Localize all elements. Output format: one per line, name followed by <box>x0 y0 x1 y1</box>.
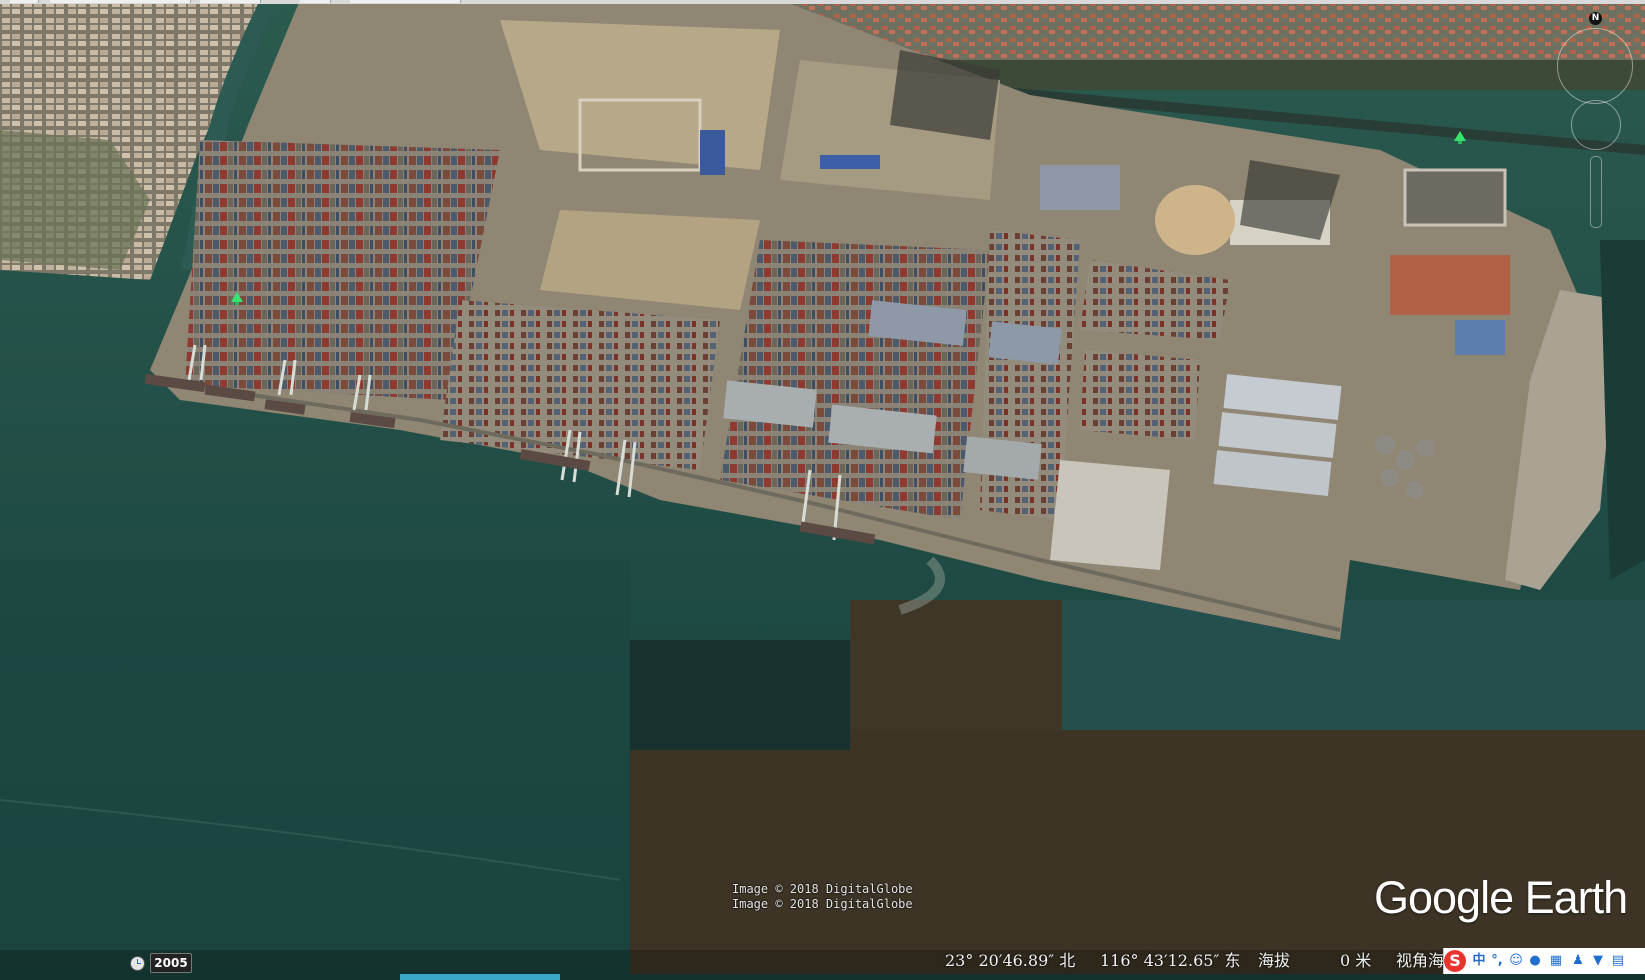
map-viewport[interactable]: N Image © 2018 DigitalGlobe Image © 2018… <box>0 0 1645 980</box>
toolbar-button[interactable] <box>200 0 261 3</box>
ime-punctuation[interactable]: °, <box>1489 952 1505 970</box>
microphone-icon[interactable]: ● <box>1528 952 1542 970</box>
green-placemark-icon[interactable] <box>1454 131 1466 144</box>
user-icon[interactable]: ♟ <box>1570 952 1586 970</box>
keyboard-icon[interactable]: ▦ <box>1546 952 1566 970</box>
construction-site <box>500 20 780 170</box>
move-joystick-icon[interactable] <box>1571 100 1621 150</box>
imagery-year[interactable]: 2005 <box>150 953 192 973</box>
green-placemark-icon[interactable] <box>231 292 243 305</box>
building <box>1403 168 1507 227</box>
blue-roof <box>820 155 880 169</box>
water-tile <box>1062 600 1645 730</box>
blue-roof <box>700 130 725 175</box>
ime-mode[interactable]: 中 <box>1471 952 1487 970</box>
imagery-credits: Image © 2018 DigitalGlobe Image © 2018 D… <box>732 882 913 912</box>
red-construction <box>1390 255 1510 315</box>
elevation-value: 0 米 <box>1340 951 1372 970</box>
container-yard <box>1080 350 1200 440</box>
clock-icon[interactable] <box>130 956 145 971</box>
container-yard <box>720 240 990 520</box>
water-tile <box>0 560 630 980</box>
warehouse <box>988 321 1062 365</box>
sogou-logo-icon[interactable]: S <box>1444 950 1466 972</box>
water-tile <box>630 730 1645 980</box>
loading-progress <box>400 974 560 980</box>
toolbar-button[interactable] <box>300 0 331 3</box>
warehouse <box>1040 165 1120 210</box>
eye-altitude-label: 视角海 <box>1396 951 1445 970</box>
credit-line: Image © 2018 DigitalGlobe <box>732 897 913 911</box>
zoom-slider-icon[interactable] <box>1590 156 1602 228</box>
sand-pile <box>1155 185 1235 255</box>
latitude-readout: 23° 20′46.89″ 北 <box>945 951 1076 970</box>
shirt-icon[interactable]: ▼ <box>1590 952 1606 970</box>
credit-line: Image © 2018 DigitalGlobe <box>732 882 913 896</box>
elevation-label: 海拔 <box>1258 951 1291 970</box>
blue-roof <box>1455 320 1505 355</box>
menu-strip <box>0 0 1645 4</box>
navigation-controls[interactable]: N <box>1545 4 1645 234</box>
google-earth-logo: Google Earth <box>1374 872 1628 923</box>
toolbar-button[interactable] <box>350 0 461 3</box>
toolbar-button[interactable] <box>10 0 39 3</box>
longitude-readout: 116° 43′12.65″ 东 <box>1100 951 1241 970</box>
water-tile <box>850 600 1062 730</box>
bottom-border <box>0 974 1645 980</box>
water-tile <box>630 640 850 750</box>
ime-toolbar[interactable]: S 中 °, ☺ ● ▦ ♟ ▼ ▤ <box>1443 948 1645 974</box>
north-indicator[interactable]: N <box>1589 12 1602 25</box>
grid-icon[interactable]: ▤ <box>1610 952 1626 970</box>
smiley-icon[interactable]: ☺ <box>1508 952 1524 970</box>
open-yard <box>1050 460 1170 570</box>
toolbar-button[interactable] <box>50 0 191 3</box>
compass-ring-icon[interactable] <box>1557 28 1633 104</box>
satellite-map[interactable] <box>0 0 1645 980</box>
